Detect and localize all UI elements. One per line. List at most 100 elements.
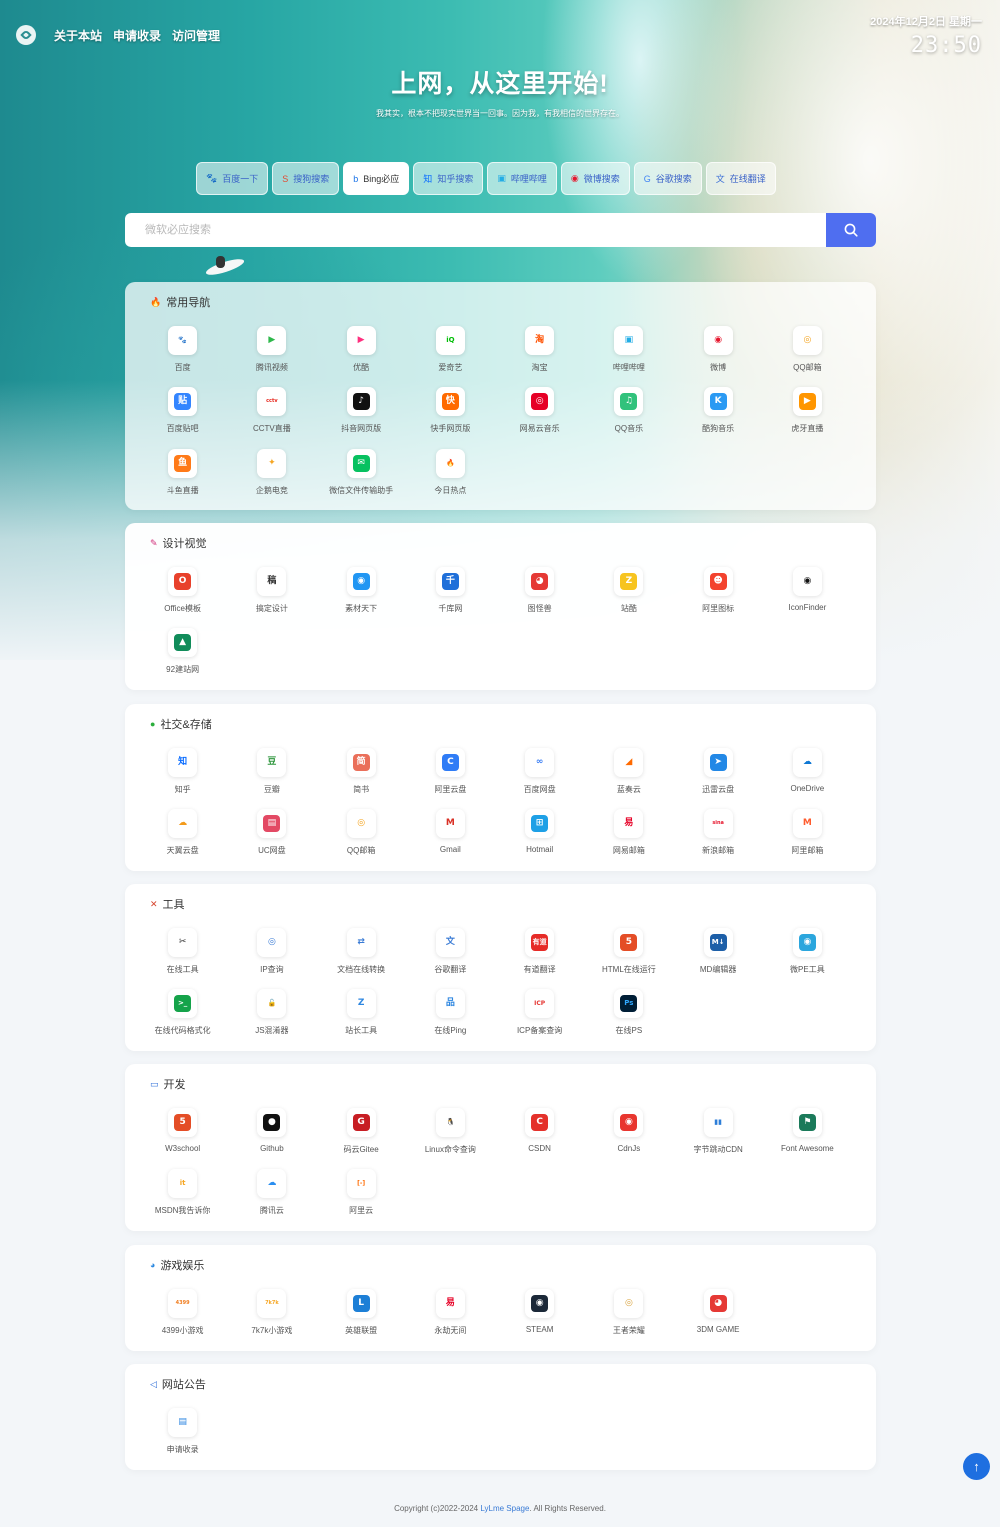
site-link[interactable]: ▶ 优酷 [317,326,406,387]
site-link[interactable]: >_ 在线代码格式化 [138,989,227,1050]
site-link[interactable]: sina 新浪邮箱 [674,809,763,870]
site-link[interactable]: K 酷狗音乐 [674,387,763,448]
site-link[interactable]: ◎ QQ邮箱 [317,809,406,870]
site-link[interactable]: ✦ 企鹅电竞 [227,448,316,510]
site-link[interactable]: ⊞ Hotmail [495,809,584,870]
search-input[interactable] [125,213,826,247]
site-link[interactable]: ◎ IP查询 [227,928,316,989]
site-link[interactable]: ◉ 微博 [674,326,763,387]
site-link[interactable]: [-] 阿里云 [317,1169,406,1230]
site-link[interactable]: L 英雄联盟 [317,1289,406,1350]
back-to-top-button[interactable]: ↑ [963,1453,990,1480]
site-link[interactable]: ☁ 腾讯云 [227,1169,316,1230]
site-link[interactable]: ◎ 王者荣耀 [584,1289,673,1350]
engine-tab[interactable]: 文在线翻译 [705,162,776,195]
engine-tab[interactable]: 知知乎搜索 [413,162,484,195]
site-link[interactable]: 鱼斗鱼直播 [138,448,227,510]
site-link[interactable]: 简简书 [317,748,406,809]
site-link[interactable]: 知知乎 [138,748,227,809]
engine-tab[interactable]: G 谷歌搜索 [633,162,702,195]
site-link[interactable]: 千千库网 [406,567,495,628]
site-link[interactable]: ☻ 阿里图标 [674,567,763,628]
engine-tab[interactable]: ▣ 哔哩哔哩 [487,162,557,195]
site-link[interactable]: ◎ 网易云音乐 [495,387,584,448]
engine-tab[interactable]: 🐾 百度一下 [196,162,269,195]
site-link[interactable]: 有道 有道翻译 [495,928,584,989]
site-link[interactable]: M↓ MD编辑器 [674,928,763,989]
site-link[interactable]: ICP ICP备案查询 [495,989,584,1050]
site-link[interactable]: ◕ 3DM GAME [674,1289,763,1350]
site-link[interactable]: it MSDN我告诉你 [138,1169,227,1230]
site-link[interactable]: ☁ 天翼云盘 [138,809,227,870]
site-link[interactable]: ✉ 微信文件传输助手 [317,448,406,510]
site-link[interactable]: 4399 4399小游戏 [138,1289,227,1350]
site-link[interactable]: 5 W3school [138,1108,227,1169]
site-link[interactable]: ▤ UC网盘 [227,809,316,870]
site-link[interactable]: ⚑ Font Awesome [763,1108,852,1169]
site-logo-glyph: ▤ [263,815,281,833]
site-link[interactable]: C CSDN [495,1108,584,1169]
site-link[interactable]: 稿搞定设计 [227,567,316,628]
site-link[interactable]: Z 站长工具 [317,989,406,1050]
site-link[interactable]: Z 站酷 [584,567,673,628]
site-link[interactable]: ✂ 在线工具 [138,928,227,989]
nav-link-submit[interactable]: 申请收录 [113,27,161,44]
site-link[interactable]: Ps 在线PS [584,989,673,1050]
site-link[interactable]: C 阿里云盘 [406,748,495,809]
site-link[interactable]: 豆豆瓣 [227,748,316,809]
engine-tab[interactable]: ◉ 微博搜索 [560,162,630,195]
site-link[interactable]: ▲ 92建站网 [138,628,227,689]
site-link[interactable]: 快快手网页版 [406,387,495,448]
site-link[interactable]: 淘淘宝 [495,326,584,387]
site-link[interactable]: 品在线Ping [406,989,495,1050]
site-link[interactable]: ◎ QQ邮箱 [763,326,852,387]
site-link[interactable]: ⇄ 文档在线转换 [317,928,406,989]
site-link[interactable]: iQ 爱奇艺 [406,326,495,387]
site-link-label: 微信文件传输助手 [329,485,394,495]
site-link[interactable]: cctv CCTV直播 [227,387,316,448]
site-link[interactable]: M 阿里邮箱 [763,809,852,870]
site-link[interactable]: ◕ 图怪兽 [495,567,584,628]
site-link[interactable]: M Gmail [406,809,495,870]
nav-link-about[interactable]: 关于本站 [54,27,102,44]
site-link[interactable]: 贴百度贴吧 [138,387,227,448]
site-link[interactable]: ◉ CdnJs [584,1108,673,1169]
site-link[interactable]: ▶ 虎牙直播 [763,387,852,448]
site-logo-glyph: ∞ [531,754,549,771]
site-link[interactable]: 🔥 今日热点 [406,448,495,510]
site-link[interactable]: 5 HTML在线运行 [584,928,673,989]
search-bar [125,213,876,247]
site-link[interactable]: 🐾 百度 [138,326,227,387]
site-link-label: 蓝奏云 [616,785,641,794]
nav-link-admin[interactable]: 访问管理 [172,27,220,44]
site-link[interactable]: ◉ STEAM [495,1289,584,1350]
site-link[interactable]: ◉ 素材天下 [317,567,406,628]
site-link[interactable]: G 码云Gitee [317,1108,406,1169]
search-button[interactable] [826,213,876,247]
compass-logo-icon[interactable] [16,25,36,45]
footer-brand-link[interactable]: LyLme Spage [480,1504,529,1513]
site-link[interactable]: 文谷歌翻译 [406,928,495,989]
site-link[interactable]: ♪ 抖音网页版 [317,387,406,448]
site-link[interactable]: ▤ 申请收录 [138,1408,227,1469]
site-link[interactable]: ▮▮ 字节跳动CDN [674,1108,763,1169]
site-link[interactable]: ▣ 哔哩哔哩 [584,326,673,387]
site-link[interactable]: 🐧 Linux命令查询 [406,1108,495,1169]
site-link[interactable]: 易永劫无间 [406,1289,495,1350]
site-link[interactable]: ● Github [227,1108,316,1169]
engine-logo-icon: 知 [423,174,433,184]
site-link[interactable]: ▶ 腾讯视频 [227,326,316,387]
site-link[interactable]: 7k7k 7k7k小游戏 [227,1289,316,1350]
site-link[interactable]: ◢ 蓝奏云 [584,748,673,809]
site-link[interactable]: ∞ 百度网盘 [495,748,584,809]
site-link[interactable]: ◉ IconFinder [763,567,852,628]
site-link[interactable]: ➤ 迅雷云盘 [674,748,763,809]
site-link[interactable]: ☁ OneDrive [763,748,852,809]
engine-tab[interactable]: b Bing必应 [343,162,410,195]
site-link[interactable]: ◉ 微PE工具 [763,928,852,989]
engine-tab[interactable]: S 搜狗搜索 [272,162,340,195]
site-link[interactable]: 易网易邮箱 [584,809,673,870]
site-link[interactable]: O Office模板 [138,567,227,628]
site-link[interactable]: ♫ QQ音乐 [584,387,673,448]
site-link[interactable]: 🔓 JS混淆器 [227,989,316,1050]
